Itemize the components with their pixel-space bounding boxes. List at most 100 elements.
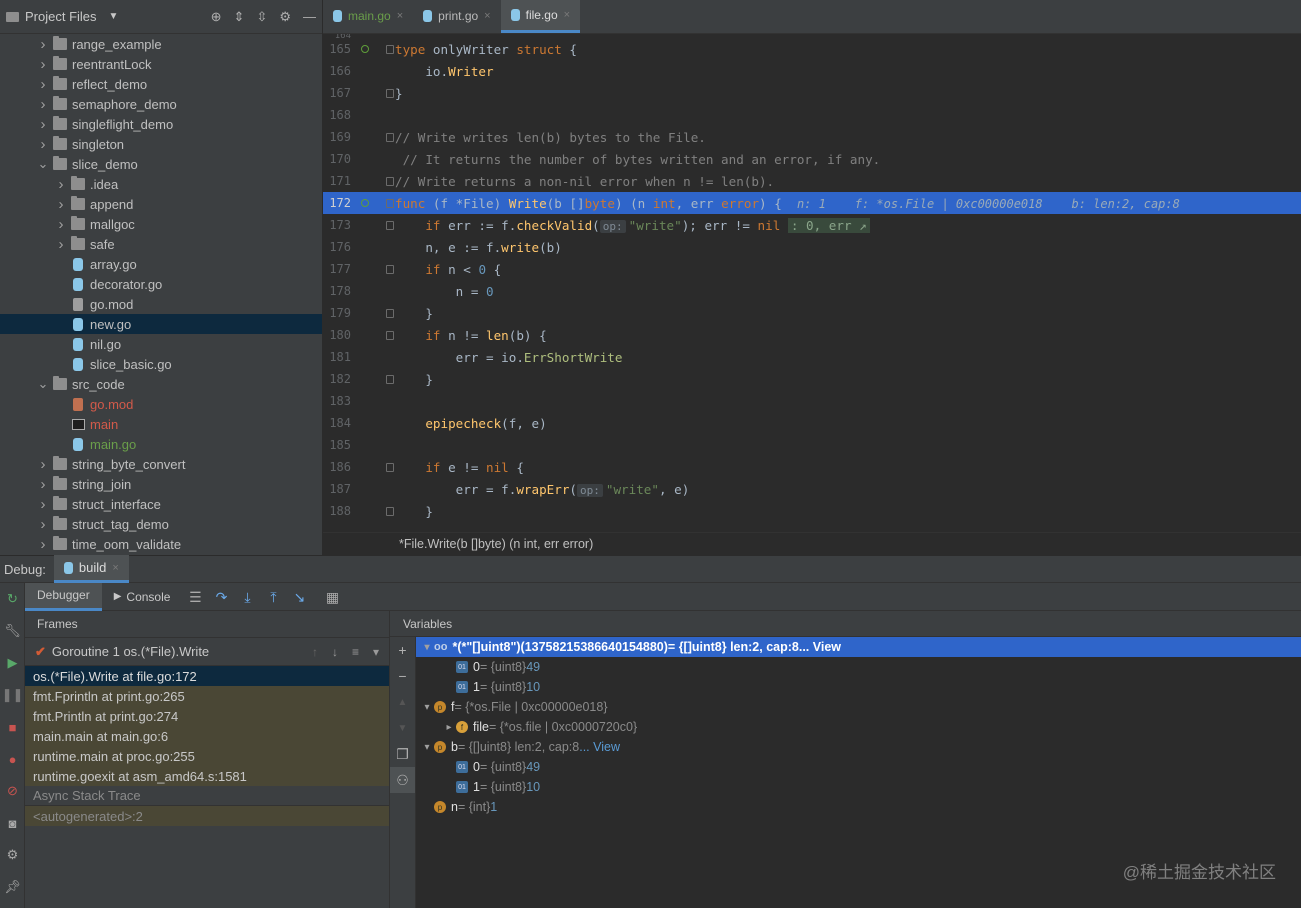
close-icon[interactable]: ×: [397, 10, 403, 22]
chevron-down-icon[interactable]: ⌄: [36, 156, 50, 172]
tree-item[interactable]: › singleton: [0, 134, 322, 154]
chevron-right-icon[interactable]: ›: [36, 136, 50, 153]
view-link[interactable]: ... View: [799, 640, 841, 654]
fold-icon[interactable]: [386, 506, 394, 516]
fold-icon[interactable]: [386, 264, 394, 274]
tree-item[interactable]: go.mod: [0, 294, 322, 314]
step-into-icon[interactable]: ⤓: [239, 589, 255, 605]
step-over-icon[interactable]: ↷: [213, 589, 229, 605]
tree-item[interactable]: slice_basic.go: [0, 354, 322, 374]
tree-item[interactable]: main: [0, 414, 322, 434]
fold-icon[interactable]: [386, 88, 394, 98]
variable-row[interactable]: 01 1 = {uint8} 10: [416, 677, 1301, 697]
tree-item[interactable]: › .idea: [0, 174, 322, 194]
add-watch-icon[interactable]: +: [390, 637, 415, 663]
chevron-down-icon[interactable]: ▾: [420, 742, 434, 753]
arrow-down-icon[interactable]: ↓: [332, 645, 338, 659]
tree-item[interactable]: go.mod: [0, 394, 322, 414]
project-view-selector[interactable]: Project Files ▼: [6, 9, 211, 24]
tree-item[interactable]: › mallgoc: [0, 214, 322, 234]
breadcrumb[interactable]: *File.Write(b []byte) (n int, err error): [323, 532, 1301, 555]
expand-all-icon[interactable]: ⇕: [234, 9, 245, 25]
evaluate-expression-icon[interactable]: ▦: [324, 589, 340, 605]
tree-item[interactable]: › safe: [0, 234, 322, 254]
move-up-icon[interactable]: ▲: [390, 689, 415, 715]
tree-item[interactable]: nil.go: [0, 334, 322, 354]
implementation-marker-icon[interactable]: [361, 45, 369, 53]
close-icon[interactable]: ×: [484, 10, 490, 22]
autogenerated-frame[interactable]: <autogenerated>:2: [25, 806, 389, 826]
tab-main-go[interactable]: main.go ×: [323, 0, 413, 33]
remove-watch-icon[interactable]: −: [390, 663, 415, 689]
collapse-all-icon[interactable]: ⇳: [256, 9, 267, 25]
tree-item[interactable]: ⌄ slice_demo: [0, 154, 322, 174]
fold-icon[interactable]: [386, 308, 394, 318]
fold-icon[interactable]: [386, 330, 394, 340]
chevron-right-icon[interactable]: ›: [36, 36, 50, 53]
move-down-icon[interactable]: ▼: [390, 715, 415, 741]
rerun-icon[interactable]: ↻: [0, 583, 25, 615]
settings-icon[interactable]: ⚙: [0, 839, 25, 871]
stop-icon[interactable]: ■: [0, 711, 25, 743]
chevron-right-icon[interactable]: ▸: [442, 722, 456, 733]
tree-item[interactable]: › range_example: [0, 34, 322, 54]
debug-session-tab[interactable]: build ×: [53, 555, 129, 583]
goroutine-selector[interactable]: ✔ Goroutine 1 os.(*File).Write ↑ ↓ ≡ ▾: [25, 638, 389, 666]
gear-icon[interactable]: ⚙: [279, 9, 291, 25]
close-icon[interactable]: ×: [112, 562, 118, 574]
mute-breakpoints-icon[interactable]: ⊘: [0, 775, 25, 807]
chevron-right-icon[interactable]: ›: [36, 476, 50, 493]
resume-icon[interactable]: ▶: [0, 647, 25, 679]
locate-icon[interactable]: ⊕: [211, 9, 222, 25]
view-link[interactable]: ... View: [579, 740, 620, 754]
run-to-cursor-icon[interactable]: ↘: [291, 589, 307, 605]
chevron-down-icon[interactable]: ▾: [420, 702, 434, 713]
tree-item[interactable]: array.go: [0, 254, 322, 274]
list-icon[interactable]: ≡: [352, 645, 359, 659]
tab-file-go[interactable]: file.go ×: [500, 0, 581, 33]
frame-item[interactable]: runtime.main at proc.go:255: [25, 746, 389, 766]
tree-item[interactable]: › struct_tag_demo: [0, 514, 322, 534]
chevron-right-icon[interactable]: ›: [36, 56, 50, 73]
variable-row[interactable]: pn = {int} 1: [416, 797, 1301, 817]
tree-item[interactable]: › string_byte_convert: [0, 454, 322, 474]
tree-item[interactable]: › reflect_demo: [0, 74, 322, 94]
close-icon[interactable]: ×: [564, 9, 570, 21]
chevron-right-icon[interactable]: ›: [54, 176, 68, 193]
variable-row[interactable]: ▾ p b = {[]uint8} len:2, cap:8 ... View: [416, 737, 1301, 757]
tree-item[interactable]: decorator.go: [0, 274, 322, 294]
tree-item[interactable]: › time_oom_validate: [0, 534, 322, 554]
chevron-right-icon[interactable]: ›: [36, 76, 50, 93]
chevron-down-icon[interactable]: ▾: [420, 642, 434, 653]
chevron-right-icon[interactable]: ›: [54, 236, 68, 253]
tree-item[interactable]: › semaphore_demo: [0, 94, 322, 114]
copy-icon[interactable]: ❐: [390, 741, 415, 767]
frame-item[interactable]: runtime.goexit at asm_amd64.s:1581: [25, 766, 389, 786]
step-out-icon[interactable]: ⤒: [265, 589, 281, 605]
chevron-right-icon[interactable]: ›: [36, 96, 50, 113]
menu-icon[interactable]: ☰: [187, 589, 203, 605]
tab-debugger[interactable]: Debugger: [25, 582, 102, 611]
chevron-right-icon[interactable]: ›: [36, 116, 50, 133]
variable-row[interactable]: ▾ p f = {*os.File | 0xc00000e018}: [416, 697, 1301, 717]
tree-item[interactable]: main.go: [0, 434, 322, 454]
code-editor[interactable]: 164 165type onlyWriter struct {166 io.Wr…: [323, 34, 1301, 532]
tree-item[interactable]: › reentrantLock: [0, 54, 322, 74]
chevron-right-icon[interactable]: ›: [36, 496, 50, 513]
tab-print-go[interactable]: print.go ×: [413, 0, 500, 33]
fold-icon[interactable]: [386, 198, 394, 208]
view-breakpoints-icon[interactable]: ●: [0, 743, 25, 775]
arrow-up-icon[interactable]: ↑: [312, 645, 318, 659]
chevron-right-icon[interactable]: ›: [36, 456, 50, 473]
variable-row[interactable]: 01 1 = {uint8} 10: [416, 777, 1301, 797]
frame-item[interactable]: fmt.Println at print.go:274: [25, 706, 389, 726]
variable-row[interactable]: 01 0 = {uint8} 49: [416, 757, 1301, 777]
frame-item[interactable]: main.main at main.go:6: [25, 726, 389, 746]
fold-icon[interactable]: [386, 44, 394, 54]
tree-item[interactable]: › append: [0, 194, 322, 214]
watches-glasses-icon[interactable]: ⚇: [390, 767, 415, 793]
tree-item[interactable]: new.go: [0, 314, 322, 334]
tree-item[interactable]: › string_join: [0, 474, 322, 494]
pause-icon[interactable]: ❚❚: [0, 679, 25, 711]
frame-item[interactable]: os.(*File).Write at file.go:172: [25, 666, 389, 686]
